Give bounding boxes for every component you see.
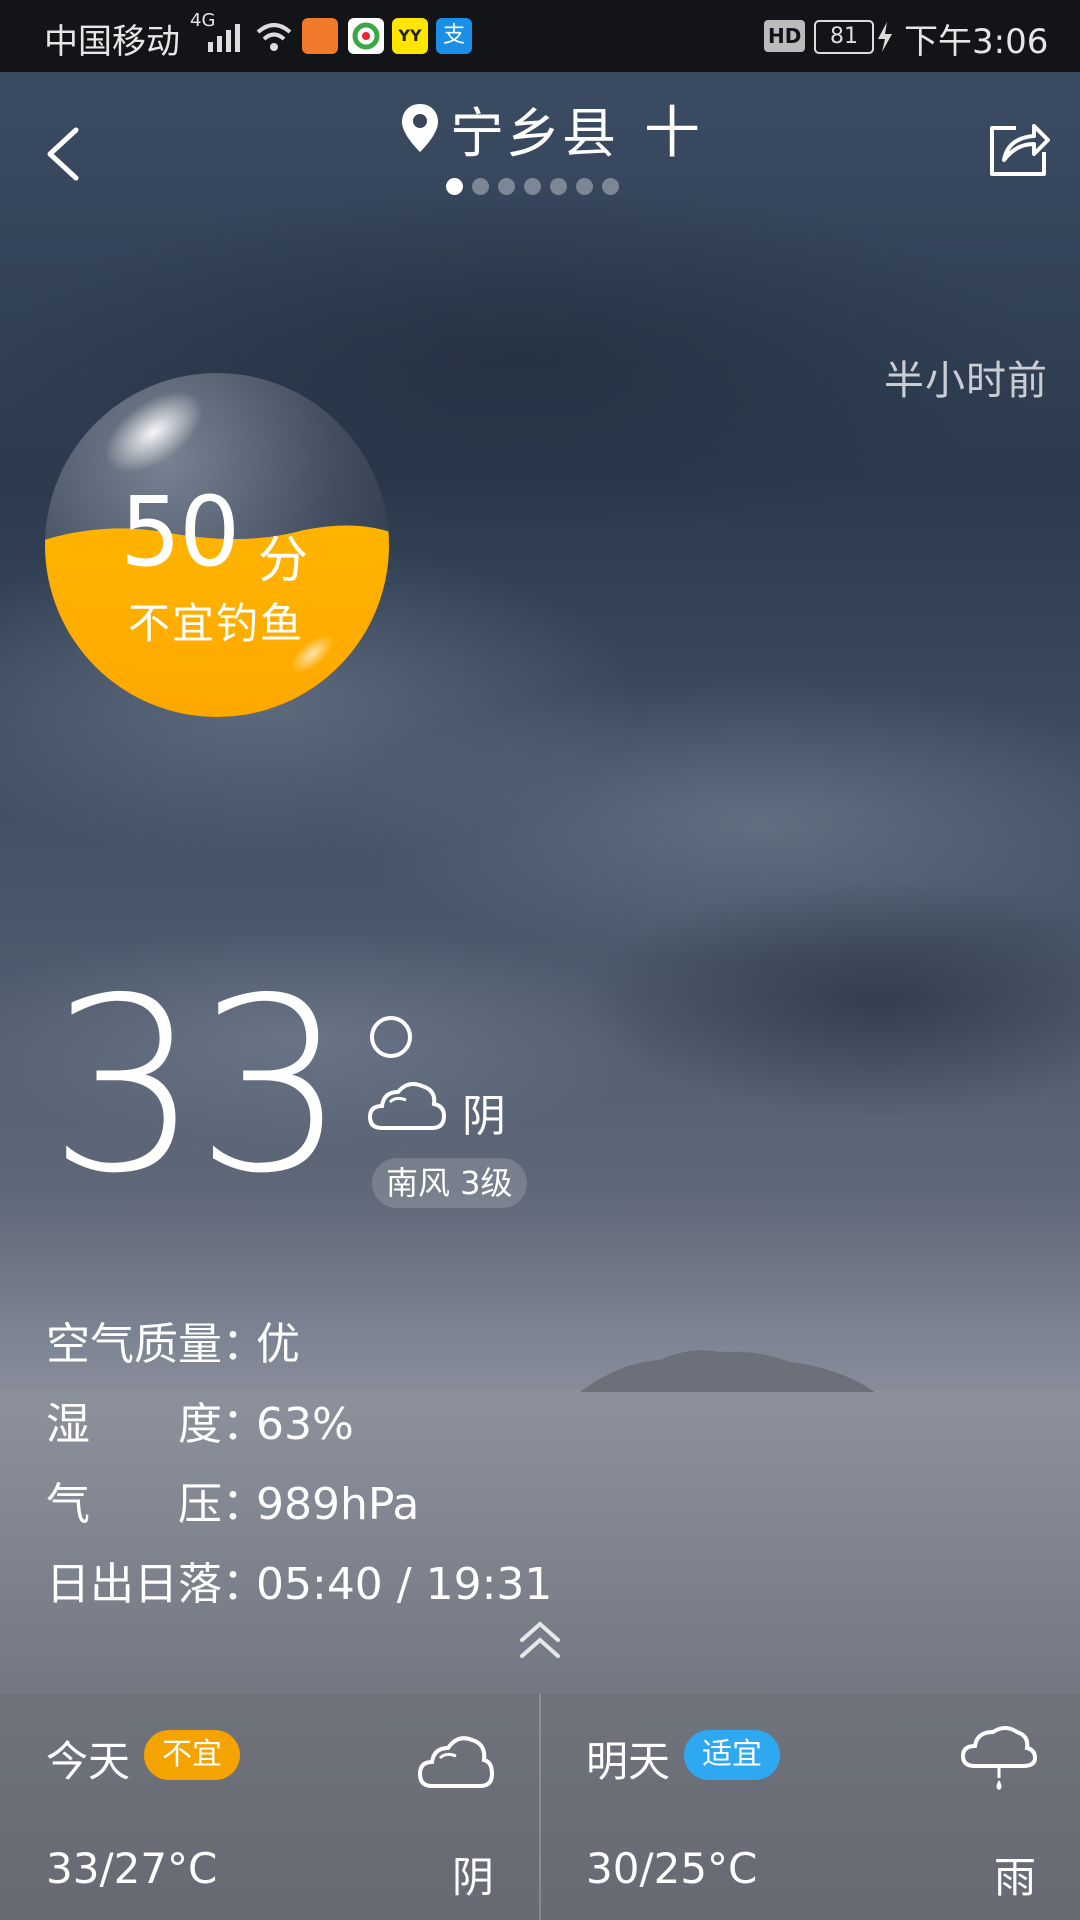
expand-up-icon[interactable]	[516, 1616, 564, 1664]
page-dot[interactable]	[550, 178, 567, 195]
forecast-day-label: 明天	[586, 1737, 671, 1786]
detail-row-air-quality: 空气质量：优	[46, 1308, 300, 1372]
detail-row-sunrise-sunset: 日出日落：05:40 / 19:31	[46, 1548, 552, 1612]
fishing-score-value: 50	[120, 476, 240, 588]
detail-value: 63%	[256, 1399, 354, 1450]
battery-icon: 81	[814, 20, 874, 54]
location-pin-icon	[402, 104, 438, 152]
page-dot[interactable]	[446, 178, 463, 195]
detail-label: 湿 度：	[46, 1399, 266, 1450]
degree-symbol	[370, 1016, 412, 1058]
status-time: 下午3:06	[904, 22, 1049, 62]
detail-row-humidity: 湿 度：63%	[46, 1388, 354, 1452]
alipay-icon: 支	[436, 18, 472, 54]
rain-icon	[961, 1726, 1037, 1790]
page-indicator	[446, 178, 619, 195]
detail-row-pressure: 气 压：989hPa	[46, 1468, 419, 1532]
city-name: 宁乡县	[450, 101, 618, 165]
detail-value: 05:40 / 19:31	[256, 1559, 553, 1610]
status-bar: 中国移动 4G YY 支 HD 81 下午3:06	[0, 0, 1080, 72]
wifi-icon	[256, 23, 292, 51]
page-dot[interactable]	[602, 178, 619, 195]
fishing-score-desc: 不宜钓鱼	[128, 599, 305, 648]
update-time: 半小时前	[884, 358, 1048, 404]
current-condition: 阴	[462, 1091, 506, 1142]
yy-icon: YY	[392, 18, 428, 54]
forecast-today[interactable]: 今天 不宜 33/27°C 阴	[0, 1694, 539, 1920]
forecast-temp: 33/27°C	[46, 1844, 218, 1893]
forecast-tomorrow[interactable]: 明天 适宜 30/25°C 雨	[541, 1694, 1080, 1920]
page-dot[interactable]	[576, 178, 593, 195]
page-dot[interactable]	[472, 178, 489, 195]
add-city-button[interactable]: 十	[644, 88, 700, 169]
hd-badge: HD	[764, 20, 806, 52]
detail-value: 优	[256, 1319, 300, 1370]
page-dot[interactable]	[498, 178, 515, 195]
back-arrow-icon[interactable]	[40, 124, 90, 184]
cloudy-icon	[368, 1082, 446, 1130]
detail-label: 气 压：	[46, 1479, 266, 1530]
detail-value: 989hPa	[256, 1479, 420, 1530]
uc-browser-icon	[302, 18, 338, 54]
forecast-condition: 阴	[452, 1853, 495, 1902]
forecast-panel: 今天 不宜 33/27°C 阴 明天 适宜 30/25°C 雨	[0, 1694, 1080, 1920]
forecast-day-label: 今天	[46, 1737, 131, 1786]
detail-label: 日出日落：	[46, 1559, 266, 1610]
fishing-score-unit: 分	[258, 531, 308, 589]
wind-badge: 南风 3级	[372, 1158, 527, 1208]
page-dot[interactable]	[524, 178, 541, 195]
photo-app-icon	[348, 18, 384, 54]
carrier-label: 中国移动	[44, 22, 180, 62]
forecast-temp: 30/25°C	[586, 1844, 758, 1893]
battery-level: 81	[830, 24, 858, 49]
fishing-badge: 不宜	[144, 1730, 240, 1780]
cloudy-icon	[418, 1736, 494, 1788]
forecast-condition: 雨	[994, 1853, 1037, 1902]
fishing-badge: 适宜	[684, 1730, 780, 1780]
signal-icon	[208, 24, 240, 52]
city-selector[interactable]: 宁乡县 十	[400, 98, 700, 166]
detail-label: 空气质量：	[46, 1319, 266, 1370]
current-temperature: 33	[48, 946, 347, 1226]
charging-icon	[878, 22, 892, 52]
share-icon[interactable]	[986, 116, 1050, 180]
